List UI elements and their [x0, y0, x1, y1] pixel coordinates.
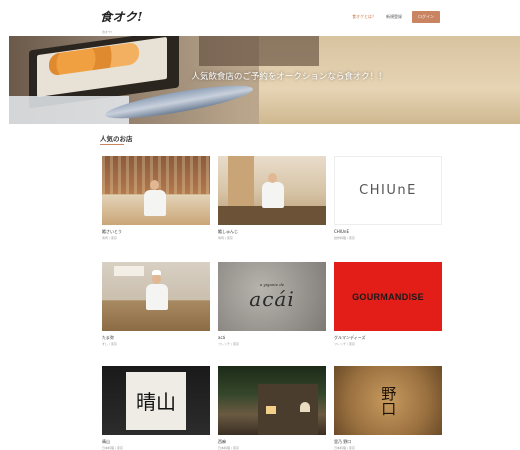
about-link[interactable]: 食オクとは？: [352, 14, 376, 20]
restaurant-name[interactable]: 里乃 野口: [334, 439, 442, 444]
site-logo[interactable]: 食オク!: [100, 8, 143, 25]
restaurant-photo[interactable]: [218, 366, 326, 435]
chef-figure: [146, 284, 168, 310]
hero-headline: 人気飲食店のご予約をオークションなら食オク！！: [191, 72, 387, 82]
restaurant-name[interactable]: acá: [218, 335, 326, 340]
section-title: 人気のお店: [100, 135, 133, 143]
restaurant-card[interactable]: 鮨さいとう 寿司 / 東京: [102, 156, 210, 240]
restaurant-photo[interactable]: GOURMANDISE: [334, 262, 442, 331]
restaurant-name[interactable]: たま弥: [102, 335, 210, 340]
restaurant-card[interactable]: a yiganie de acái acá フレンチ / 東京: [218, 262, 326, 346]
chef-hat: [152, 270, 161, 275]
chef-figure: [144, 190, 166, 216]
restaurant-meta: フレンチ / 東京: [218, 342, 239, 346]
restaurant-photo[interactable]: [102, 262, 210, 331]
photo-counter: [218, 206, 326, 225]
restaurant-photo[interactable]: a yiganie de acái: [218, 262, 326, 331]
restaurant-photo[interactable]: [102, 156, 210, 225]
harezan-logo: 晴山: [136, 390, 176, 414]
restaurant-card[interactable]: CHIUnE CHIUnE 創作料理 / 東京: [334, 156, 442, 240]
breadcrumb[interactable]: 食オク!: [102, 30, 112, 34]
restaurant-card[interactable]: 晴山 晴山 日本料理 / 東京: [102, 366, 210, 450]
restaurant-name[interactable]: 鮨さいとう: [102, 229, 210, 234]
restaurant-photo[interactable]: [218, 156, 326, 225]
restaurant-meta: 日本料理 / 東京: [334, 446, 355, 450]
harezan-sign: 晴山: [126, 371, 186, 430]
chiune-logo: CHIUnE: [359, 183, 417, 198]
chef-head: [152, 274, 161, 284]
restaurant-name[interactable]: 晴山: [102, 439, 210, 444]
hero-board-shadow: [199, 36, 319, 66]
restaurant-name[interactable]: 西麻: [218, 439, 326, 444]
nogawa-logo: 野口: [379, 385, 398, 416]
header-nav: 食オクとは？ 新規登録 ログイン: [352, 11, 440, 23]
restaurant-card[interactable]: 鮨しゅんじ 寿司 / 東京: [218, 156, 326, 240]
login-button[interactable]: ログイン: [412, 11, 440, 23]
photo-lantern: [266, 406, 276, 414]
photo-window: [300, 402, 310, 412]
restaurant-meta: 寿司 / 東京: [102, 236, 117, 240]
restaurant-card[interactable]: 野口 里乃 野口 日本料理 / 東京: [334, 366, 442, 450]
restaurant-meta: すし / 東京: [102, 342, 117, 346]
acai-logo: acái: [249, 287, 295, 311]
restaurant-meta: フレンチ / 東京: [334, 342, 355, 346]
restaurant-meta: 日本料理 / 東京: [102, 446, 123, 450]
gourmandise-logo: GOURMANDISE: [352, 291, 424, 302]
chef-head: [150, 180, 159, 190]
site-header: 食オク! 食オクとは？ 新規登録 ログイン: [0, 0, 520, 30]
restaurant-name[interactable]: 鮨しゅんじ: [218, 229, 326, 234]
section-underline: [100, 144, 124, 145]
restaurant-card[interactable]: たま弥 すし / 東京: [102, 262, 210, 346]
register-link[interactable]: 新規登録: [386, 14, 402, 20]
restaurant-name[interactable]: CHIUnE: [334, 229, 442, 234]
restaurant-meta: 創作料理 / 東京: [334, 236, 355, 240]
restaurant-meta: 日本料理 / 東京: [218, 446, 239, 450]
restaurant-name[interactable]: グルマンディーズ: [334, 335, 442, 340]
restaurant-card[interactable]: 西麻 日本料理 / 東京: [218, 366, 326, 450]
restaurant-meta: 寿司 / 東京: [218, 236, 233, 240]
hero-banner: 人気飲食店のご予約をオークションなら食オク！！: [9, 36, 520, 124]
restaurant-photo[interactable]: 野口: [334, 366, 442, 435]
restaurant-card[interactable]: GOURMANDISE グルマンディーズ フレンチ / 東京: [334, 262, 442, 346]
restaurant-photo[interactable]: CHIUnE: [334, 156, 442, 225]
chef-figure: [262, 182, 284, 208]
restaurant-photo[interactable]: 晴山: [102, 366, 210, 435]
chef-head: [268, 173, 277, 183]
photo-sign: [114, 266, 144, 276]
